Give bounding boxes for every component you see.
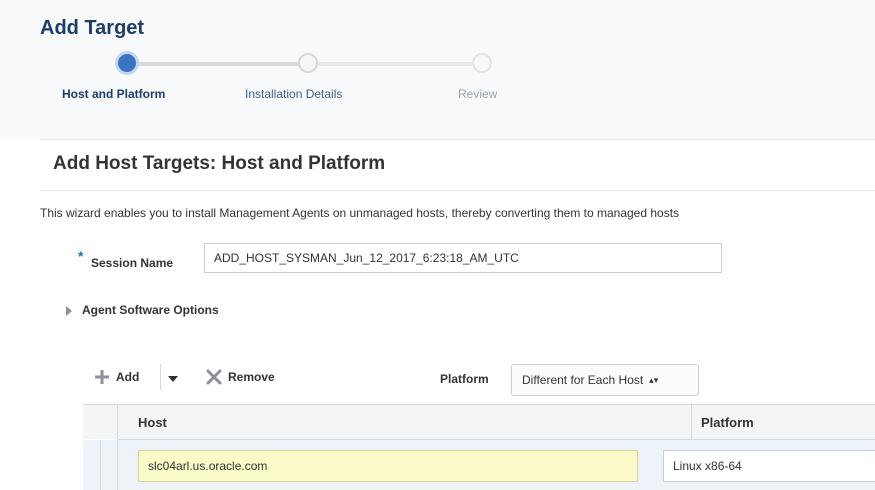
train-remaining-line bbox=[310, 62, 482, 66]
row-header-cell bbox=[83, 405, 101, 439]
step-1-label[interactable]: Host and Platform bbox=[62, 87, 165, 101]
session-name-input[interactable] bbox=[204, 243, 722, 273]
host-table: Host Platform bbox=[83, 404, 875, 490]
platform-label: Platform bbox=[440, 372, 489, 386]
add-button-label: Add bbox=[116, 370, 140, 384]
chevron-down-icon[interactable] bbox=[168, 376, 178, 382]
table-header: Host Platform bbox=[118, 405, 875, 440]
remove-x-icon bbox=[206, 369, 222, 385]
step-2-indicator[interactable] bbox=[298, 53, 318, 73]
step-3-label: Review bbox=[458, 87, 498, 101]
step-1-indicator[interactable] bbox=[115, 51, 139, 75]
row-select-cell[interactable] bbox=[100, 440, 118, 490]
agent-software-options-toggle[interactable]: Agent Software Options bbox=[82, 303, 219, 317]
disclosure-triangle-icon[interactable] bbox=[66, 306, 72, 316]
required-indicator: * bbox=[78, 248, 84, 264]
section-divider bbox=[40, 190, 875, 191]
session-name-label: Session Name bbox=[91, 256, 174, 270]
host-name-input[interactable] bbox=[138, 450, 638, 482]
train-progress-line bbox=[128, 62, 310, 66]
step-2-label[interactable]: Installation Details bbox=[245, 87, 342, 101]
section-divider bbox=[40, 139, 875, 140]
step-3-indicator bbox=[472, 53, 492, 73]
add-button[interactable]: Add bbox=[94, 369, 139, 385]
remove-button[interactable]: Remove bbox=[206, 369, 275, 385]
platform-select[interactable]: Different for Each Host ▴▾ bbox=[511, 364, 699, 396]
platform-select-value: Different for Each Host bbox=[522, 373, 644, 387]
column-header-host[interactable]: Host bbox=[138, 415, 167, 430]
row-select-cell[interactable] bbox=[83, 440, 101, 490]
wizard-description: This wizard enables you to install Manag… bbox=[40, 206, 680, 220]
column-header-platform[interactable]: Platform bbox=[701, 415, 754, 430]
remove-button-label: Remove bbox=[228, 370, 275, 384]
row-header-cell bbox=[100, 405, 118, 439]
page-title: Add Target bbox=[40, 17, 145, 39]
plus-icon bbox=[95, 370, 109, 384]
select-arrows-icon: ▴▾ bbox=[649, 375, 659, 385]
host-platform-input[interactable] bbox=[663, 450, 875, 482]
column-separator bbox=[691, 405, 692, 439]
toolbar-separator bbox=[160, 364, 161, 390]
table-row[interactable] bbox=[83, 440, 875, 490]
section-title: Add Host Targets: Host and Platform bbox=[53, 153, 386, 174]
